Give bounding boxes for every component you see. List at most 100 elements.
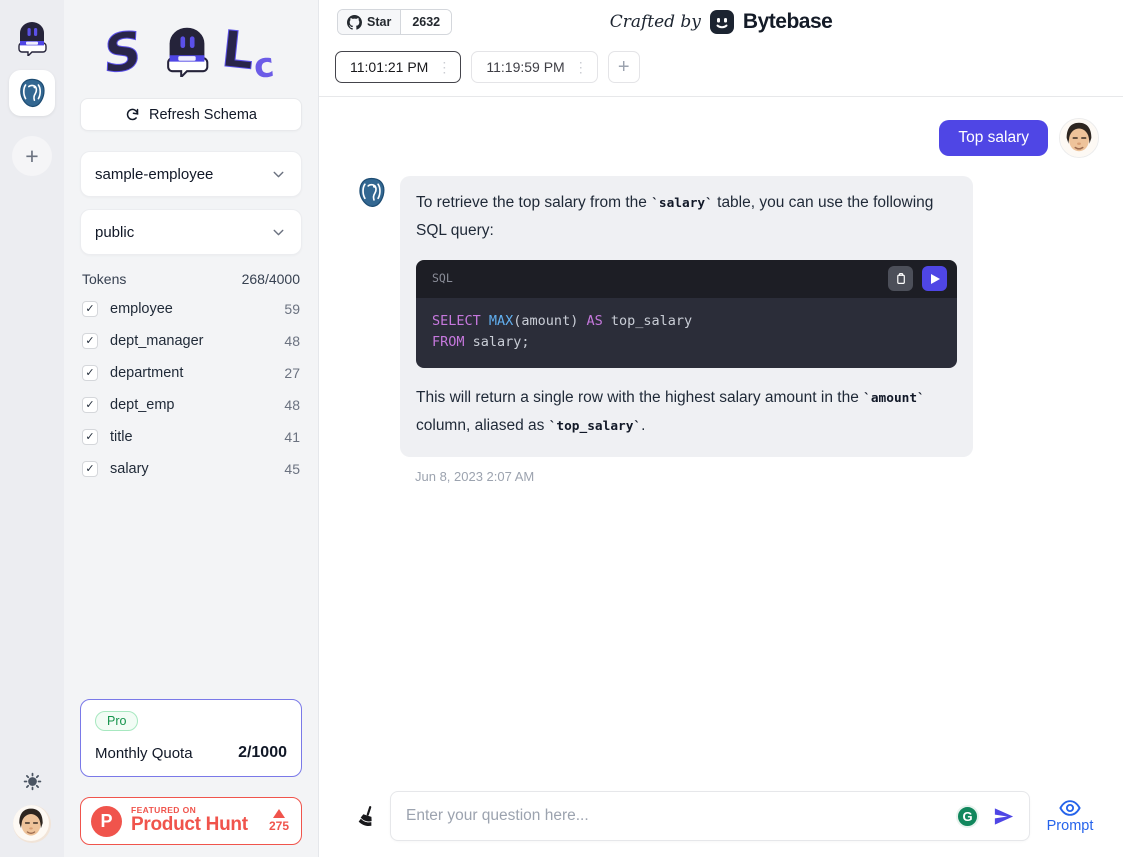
refresh-schema-label: Refresh Schema — [149, 107, 257, 123]
sqlchat-logo: S L c — [80, 8, 302, 94]
postgres-logo-icon — [16, 77, 48, 109]
upvote-triangle-icon — [273, 809, 285, 818]
tab-label: 11:01:21 PM — [350, 59, 428, 75]
table-name: title — [110, 429, 133, 445]
table-name: employee — [110, 301, 173, 317]
star-label: Star — [367, 15, 391, 29]
quota-label: Monthly Quota — [95, 745, 193, 762]
user-avatar[interactable] — [13, 805, 51, 843]
table-checkbox[interactable]: ✓ — [82, 461, 98, 477]
table-row: ✓ salary 45 — [80, 453, 302, 485]
quota-card: Pro Monthly Quota 2/1000 — [80, 699, 302, 777]
table-name: dept_emp — [110, 397, 175, 413]
table-name: department — [110, 365, 183, 381]
tab-conversation-active[interactable]: 11:01:21 PM ⋮ — [335, 51, 461, 83]
code-language-label: SQL — [432, 268, 453, 289]
refresh-icon — [125, 107, 140, 122]
chevron-down-icon — [270, 224, 287, 241]
user-message-bubble: Top salary — [939, 120, 1048, 156]
tab-conversation[interactable]: 11:19:59 PM ⋮ — [471, 51, 597, 83]
table-checkbox[interactable]: ✓ — [82, 397, 98, 413]
prompt-toggle-button[interactable]: Prompt — [1041, 799, 1099, 834]
inline-code: `salary` — [651, 196, 713, 211]
chat-spacer — [355, 484, 1099, 791]
table-checkbox[interactable]: ✓ — [82, 301, 98, 317]
table-token-count: 48 — [284, 397, 300, 413]
postgres-assistant-avatar-icon — [355, 176, 388, 209]
table-token-count: 27 — [284, 365, 300, 381]
plus-icon: + — [618, 56, 630, 79]
table-row: ✓ employee 59 — [80, 293, 302, 325]
question-input[interactable] — [406, 807, 947, 825]
copy-code-button[interactable] — [888, 266, 913, 291]
product-hunt-name: Product Hunt — [131, 815, 260, 836]
inline-code: `amount` — [863, 391, 925, 406]
prompt-label: Prompt — [1047, 818, 1094, 834]
tokens-label: Tokens — [82, 271, 126, 287]
new-conversation-button[interactable]: + — [608, 51, 640, 83]
inline-code: `top_salary` — [549, 419, 641, 434]
tab-label: 11:19:59 PM — [486, 59, 564, 75]
github-star-button[interactable]: Star 2632 — [337, 9, 452, 35]
table-token-count: 41 — [284, 429, 300, 445]
chevron-down-icon — [270, 166, 287, 183]
code-block-body: SELECT MAX(amount) AS top_salary FROM sa… — [416, 298, 957, 368]
svg-text:S: S — [100, 21, 145, 86]
tab-menu-kebab-icon[interactable]: ⋮ — [437, 60, 451, 74]
table-row: ✓ title 41 — [80, 421, 302, 453]
sqlchat-bot-avatar-icon[interactable] — [12, 16, 52, 56]
table-row: ✓ dept_manager 48 — [80, 325, 302, 357]
user-message-row: Top salary — [355, 118, 1099, 158]
clear-conversation-broom-icon[interactable] — [355, 804, 379, 828]
tokens-header: Tokens 268/4000 — [82, 271, 300, 287]
send-button[interactable] — [988, 805, 1019, 828]
github-star-count[interactable]: 2632 — [401, 10, 451, 34]
run-query-button[interactable] — [922, 266, 947, 291]
table-checkbox[interactable]: ✓ — [82, 365, 98, 381]
table-row: ✓ dept_emp 48 — [80, 389, 302, 421]
product-hunt-text: FEATURED ON Product Hunt — [131, 806, 260, 836]
add-connection-button[interactable]: + — [12, 136, 52, 176]
schema-select[interactable]: public — [80, 209, 302, 255]
table-token-count: 48 — [284, 333, 300, 349]
github-star-segment[interactable]: Star — [338, 10, 401, 34]
refresh-schema-button[interactable]: Refresh Schema — [80, 98, 302, 131]
assistant-message-row: To retrieve the top salary from the `sal… — [355, 176, 1099, 457]
left-rail: + — [0, 0, 64, 857]
conversation-tabs: 11:01:21 PM ⋮ 11:19:59 PM ⋮ + — [319, 44, 1123, 97]
chat-area: Top salary To retrieve the top salary fr… — [319, 97, 1123, 857]
assistant-message-bubble: To retrieve the top salary from the `sal… — [400, 176, 973, 457]
tokens-total: 268/4000 — [242, 271, 300, 287]
sql-code-block: SQL — [416, 260, 957, 368]
product-hunt-logo-icon: P — [91, 806, 122, 837]
assistant-paragraph: To retrieve the top salary from the `sal… — [416, 189, 957, 245]
theme-toggle-sun-icon[interactable] — [23, 772, 42, 791]
table-checkbox[interactable]: ✓ — [82, 429, 98, 445]
table-checkbox[interactable]: ✓ — [82, 333, 98, 349]
grammarly-icon[interactable]: G — [956, 805, 979, 828]
message-timestamp: Jun 8, 2023 2:07 AM — [415, 469, 1099, 484]
bytebase-brand-name: Bytebase — [743, 10, 832, 34]
plus-icon: + — [25, 143, 38, 170]
sidebar: S L c Refresh Schema sample-employee pub… — [64, 0, 319, 857]
main-header: Crafted by Bytebase Star 2632 — [319, 0, 1123, 44]
postgres-connection-item[interactable] — [9, 70, 55, 116]
product-hunt-upvotes: 275 — [269, 809, 289, 833]
tab-menu-kebab-icon[interactable]: ⋮ — [574, 60, 588, 74]
sidebar-spacer — [80, 485, 302, 699]
assistant-paragraph: This will return a single row with the h… — [416, 384, 957, 440]
composer: G Prompt — [355, 791, 1099, 841]
table-name: dept_manager — [110, 333, 204, 349]
github-icon — [347, 15, 362, 30]
table-name: salary — [110, 461, 149, 477]
quota-value: 2/1000 — [238, 744, 287, 762]
table-row: ✓ department 27 — [80, 357, 302, 389]
database-select[interactable]: sample-employee — [80, 151, 302, 197]
code-block-header: SQL — [416, 260, 957, 298]
question-input-wrap: G — [390, 791, 1030, 841]
eye-icon — [1059, 799, 1081, 817]
main-panel: Crafted by Bytebase Star 2632 11 — [319, 0, 1123, 857]
svg-text:c: c — [252, 45, 276, 87]
table-token-count: 45 — [284, 461, 300, 477]
product-hunt-badge[interactable]: P FEATURED ON Product Hunt 275 — [80, 797, 302, 845]
